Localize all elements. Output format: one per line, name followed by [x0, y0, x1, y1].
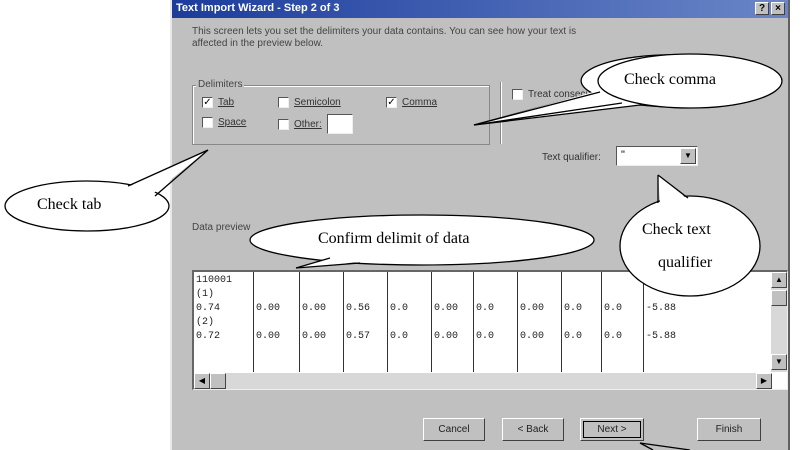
callout-check-comma: Check comma: [624, 71, 716, 88]
callout-check-tab: Check tab: [37, 196, 102, 213]
callout-confirm-delimit: Confirm delimit of data: [318, 230, 470, 247]
callout-qualifier: qualifier: [658, 254, 713, 271]
callout-qualifier-ellipse: [619, 195, 761, 297]
callout-check-text: Check text: [642, 221, 711, 238]
